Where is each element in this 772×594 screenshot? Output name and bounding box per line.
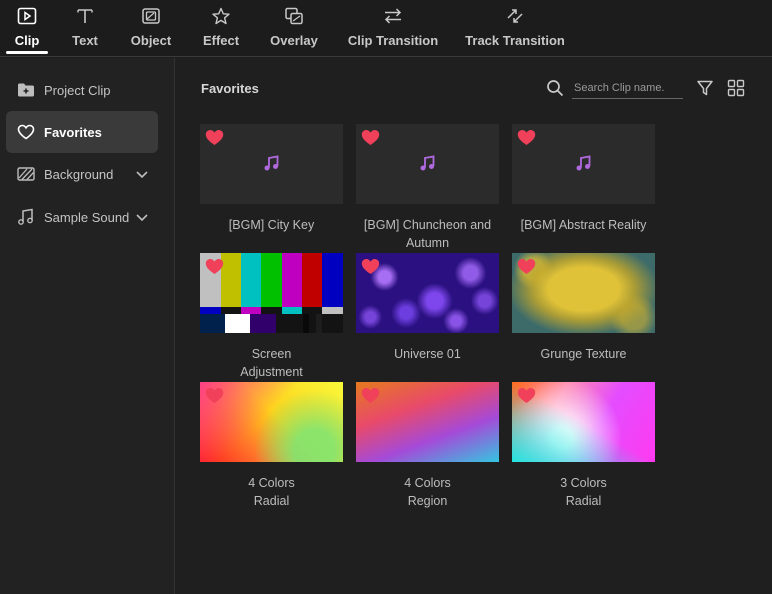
sidebar-item-project-clip[interactable]: Project Clip: [6, 69, 158, 111]
music-note-icon: [576, 155, 591, 171]
object-icon: [140, 5, 162, 27]
favorite-heart-icon[interactable]: [205, 387, 224, 404]
item-caption: 4 Colors Radial: [248, 476, 295, 508]
heart-outline-icon: [16, 122, 36, 142]
favorite-heart-icon[interactable]: [517, 258, 536, 275]
favorite-item[interactable]: 3 Colors Radial: [512, 382, 655, 510]
sidebar-item-label: Favorites: [44, 124, 102, 140]
favorite-item[interactable]: 4 Colors Region: [356, 382, 499, 510]
favorite-item[interactable]: [BGM] City Key: [200, 124, 343, 234]
tab-label: Clip Transition: [347, 33, 439, 48]
tab-text[interactable]: Text: [70, 0, 100, 56]
sidebar: Project Clip Favorites Background Sample…: [0, 58, 175, 594]
favorite-item[interactable]: [BGM] Chuncheon and Autumn: [356, 124, 499, 252]
favorite-heart-icon[interactable]: [205, 129, 224, 146]
sidebar-item-sample-sound[interactable]: Sample Sound: [6, 196, 158, 238]
page-title: Favorites: [201, 81, 259, 96]
sidebar-item-label: Background: [44, 166, 114, 182]
sidebar-item-favorites[interactable]: Favorites: [6, 111, 158, 153]
favorite-item[interactable]: Universe 01: [356, 253, 499, 363]
item-caption: [BGM] Abstract Reality: [520, 218, 647, 232]
thumbnail: [200, 253, 343, 333]
tab-label: Overlay: [270, 33, 318, 48]
favorite-heart-icon[interactable]: [205, 258, 224, 275]
item-caption: 3 Colors Radial: [560, 476, 607, 508]
favorites-panel: Favorites [BGM] City Key [BGM] Chuncheon…: [176, 58, 772, 594]
grid-view-icon[interactable]: [727, 79, 745, 97]
item-caption: Universe 01: [394, 347, 461, 361]
tab-label: Text: [72, 33, 98, 48]
tab-track-transition[interactable]: Track Transition: [465, 0, 565, 56]
favorite-heart-icon[interactable]: [517, 129, 536, 146]
thumbnail: [200, 382, 343, 462]
thumbnail: [356, 253, 499, 333]
favorite-heart-icon[interactable]: [517, 387, 536, 404]
favorite-heart-icon[interactable]: [361, 387, 380, 404]
tab-object[interactable]: Object: [130, 0, 172, 56]
effect-icon: [210, 5, 232, 27]
item-caption: Grunge Texture: [540, 347, 627, 361]
tab-label: Effect: [202, 33, 240, 48]
music-note-icon: [264, 155, 279, 171]
music-note-icon: [16, 207, 36, 227]
active-tab-indicator: [6, 51, 48, 54]
music-note-icon: [420, 155, 435, 171]
sidebar-item-label: Sample Sound: [44, 209, 130, 225]
favorite-item[interactable]: Screen Adjustment: [200, 253, 343, 381]
hatch-icon: [16, 164, 36, 184]
tab-effect[interactable]: Effect: [201, 0, 241, 56]
thumbnail: [200, 124, 343, 204]
favorite-item[interactable]: 4 Colors Radial: [200, 382, 343, 510]
item-caption: Screen Adjustment: [240, 347, 303, 379]
tab-clip[interactable]: Clip: [6, 0, 48, 56]
favorite-item[interactable]: Grunge Texture: [512, 253, 655, 363]
folder-plus-icon: [16, 80, 36, 100]
favorite-heart-icon[interactable]: [361, 129, 380, 146]
thumbnail: [512, 382, 655, 462]
top-tab-bar: Clip Text Object Effect Overlay Clip Tra…: [0, 0, 772, 57]
tab-label: Track Transition: [465, 33, 565, 48]
thumbnail: [512, 124, 655, 204]
favorite-item[interactable]: [BGM] Abstract Reality: [512, 124, 655, 234]
search-input[interactable]: [572, 78, 683, 99]
chevron-down-icon[interactable]: [134, 166, 150, 182]
clip-transition-icon: [382, 5, 404, 27]
filter-icon[interactable]: [696, 79, 714, 97]
overlay-icon: [283, 5, 305, 27]
tab-overlay[interactable]: Overlay: [270, 0, 318, 56]
item-caption: 4 Colors Region: [404, 476, 451, 508]
favorite-heart-icon[interactable]: [361, 258, 380, 275]
chevron-down-icon[interactable]: [134, 209, 150, 225]
sidebar-item-label: Project Clip: [44, 82, 111, 98]
search-icon[interactable]: [546, 79, 564, 97]
tab-label: Object: [130, 33, 172, 48]
tab-label: Clip: [14, 33, 40, 48]
tab-clip-transition[interactable]: Clip Transition: [347, 0, 439, 56]
item-caption: [BGM] City Key: [228, 218, 315, 232]
track-transition-icon: [504, 5, 526, 27]
thumbnail: [356, 382, 499, 462]
clip-icon: [16, 5, 38, 27]
thumbnail: [356, 124, 499, 204]
sidebar-item-background[interactable]: Background: [6, 153, 158, 195]
text-icon: [74, 5, 96, 27]
item-caption: [BGM] Chuncheon and Autumn: [363, 218, 492, 250]
thumbnail: [512, 253, 655, 333]
